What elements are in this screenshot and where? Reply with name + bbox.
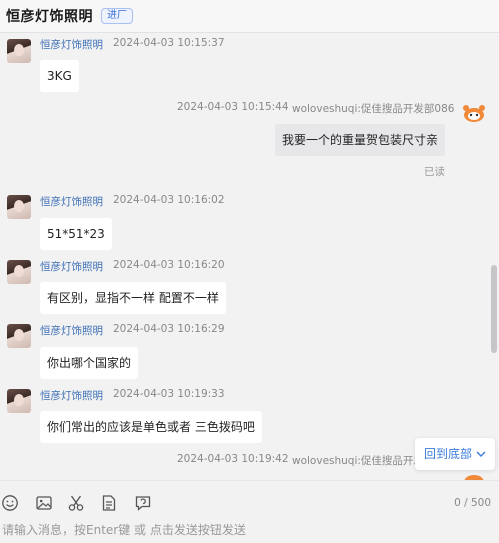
message-bubble: 51*51*23 (40, 218, 112, 250)
char-count: 0 / 500 (454, 497, 491, 509)
my-sender-name: woloveshuqi:促佳搜品开发部 (292, 455, 435, 467)
my-message-bubble: 我要一个的重量贺包装尺寸亲 (275, 124, 446, 156)
avatar[interactable] (7, 389, 31, 413)
read-status: 已读 (424, 166, 445, 178)
message-time: 2024-04-03 10:16:20 (113, 259, 225, 271)
avatar[interactable] (7, 260, 31, 284)
scrollbar-thumb[interactable] (491, 265, 497, 353)
input-area: 0 / 500 请输入消息，按Enter键 或 点击发送按钮发送 (0, 480, 499, 543)
message-input[interactable]: 请输入消息，按Enter键 或 点击发送按钮发送 (2, 521, 246, 538)
sender-name: 恒彦灯饰照明 (40, 196, 103, 208)
history-icon[interactable] (134, 494, 152, 512)
message-time: 2024-04-03 10:15:37 (113, 37, 225, 49)
avatar[interactable] (7, 39, 31, 63)
sender-name: 恒彦灯饰照明 (40, 325, 103, 337)
shop-name[interactable]: 恒彦灯饰照明 (6, 6, 93, 26)
sender-name: 恒彦灯饰照明 (40, 390, 103, 402)
chat-header: 恒彦灯饰照明 进厂 (0, 0, 499, 33)
message-time: 2024-04-03 10:16:02 (113, 194, 225, 206)
shop-badge: 进厂 (101, 8, 133, 24)
jump-to-bottom-label: 回到底部 (424, 447, 473, 461)
message-bubble: 你们常出的应该是单色或者 三色拨码吧 (40, 411, 262, 443)
avatar[interactable] (7, 324, 31, 348)
scissors-icon[interactable] (67, 494, 85, 512)
message-time: 2024-04-03 10:19:33 (113, 388, 225, 400)
image-icon[interactable] (35, 494, 53, 512)
message-bubble: 有区别，显指不一样 配置不一样 (40, 282, 226, 314)
scrollbar[interactable] (489, 33, 499, 480)
jump-to-bottom-button[interactable]: 回到底部 (415, 438, 495, 470)
message-bubble: 你出哪个国家的 (40, 347, 139, 379)
avatar[interactable] (7, 195, 31, 219)
message-time: 2024-04-03 10:16:29 (113, 323, 225, 335)
document-icon[interactable] (100, 494, 118, 512)
chevron-down-icon (476, 451, 486, 457)
my-sender-name: woloveshuqi:促佳搜品开发部086 (292, 103, 455, 115)
emoji-icon[interactable] (1, 494, 19, 512)
my-message-time: 2024-04-03 10:15:44 (177, 101, 289, 113)
message-bubble: 3KG (40, 60, 79, 92)
my-avatar-icon (464, 475, 484, 480)
sender-name: 恒彦灯饰照明 (40, 39, 103, 51)
my-message-time: 2024-04-03 10:19:42 (177, 453, 289, 465)
sender-name: 恒彦灯饰照明 (40, 261, 103, 273)
my-avatar-icon (463, 105, 485, 122)
message-list[interactable]: 恒彦灯饰照明 2024-04-03 10:15:37 3KG 2024-04-0… (0, 33, 489, 480)
